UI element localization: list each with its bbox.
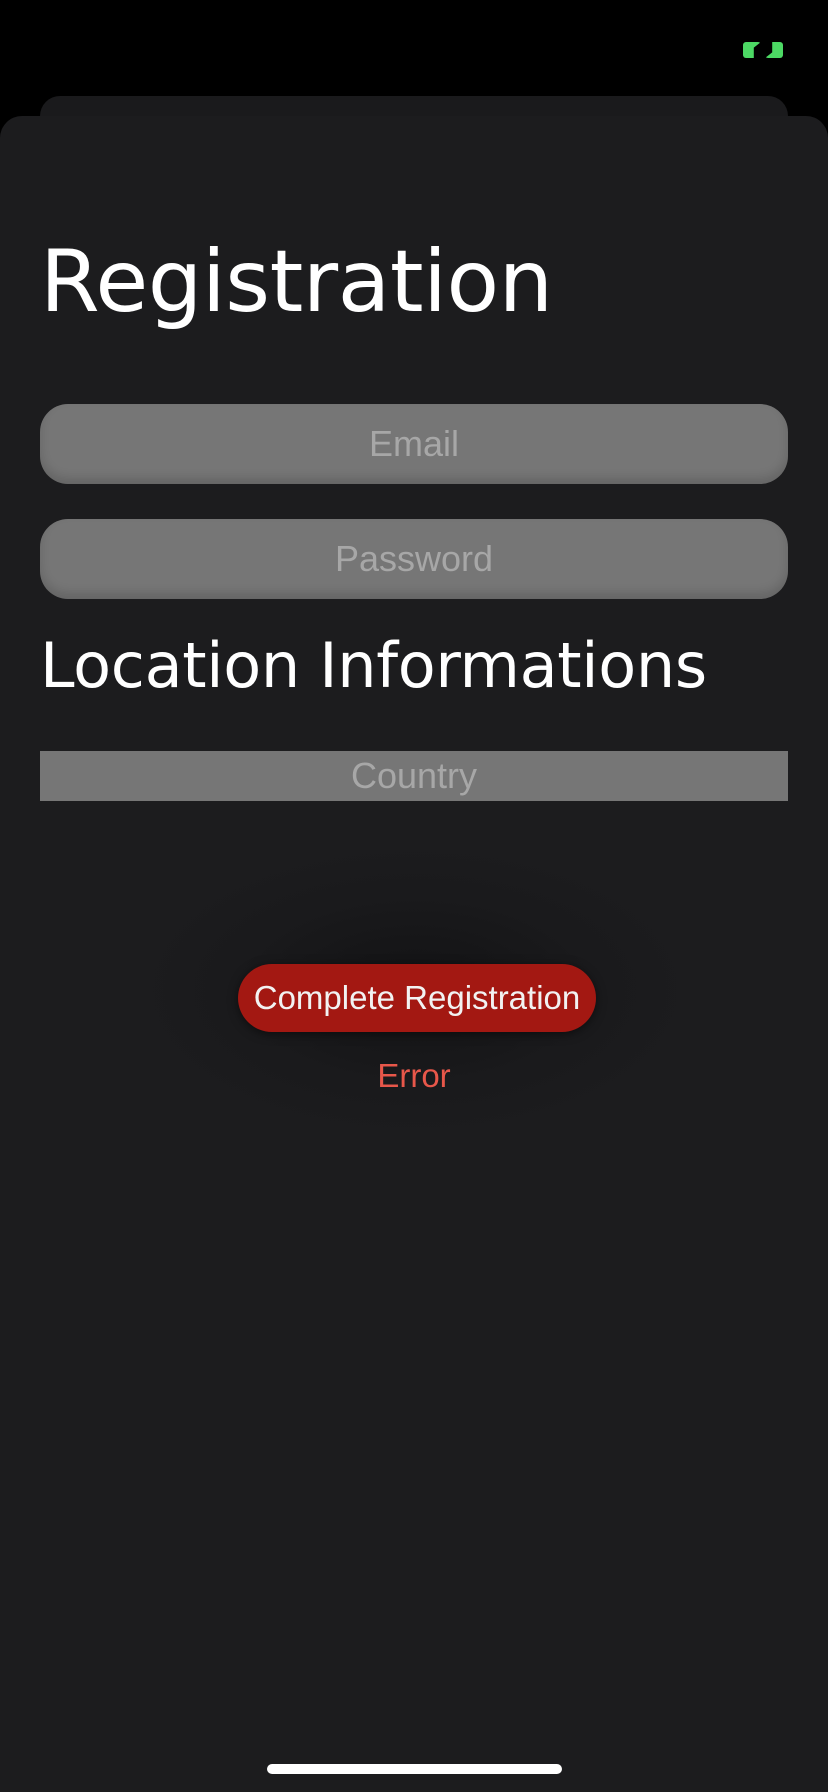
home-indicator[interactable] — [267, 1764, 562, 1774]
status-indicator-icon — [743, 40, 785, 60]
password-field[interactable] — [40, 519, 788, 599]
page-title: Registration — [40, 232, 553, 332]
email-field[interactable] — [40, 404, 788, 484]
error-message: Error — [377, 1057, 451, 1094]
complete-registration-button[interactable]: Complete Registration — [238, 964, 596, 1032]
country-field[interactable] — [40, 751, 788, 801]
screen: Registration Location Informations Compl… — [0, 0, 828, 1792]
location-section-title: Location Informations — [40, 629, 707, 702]
